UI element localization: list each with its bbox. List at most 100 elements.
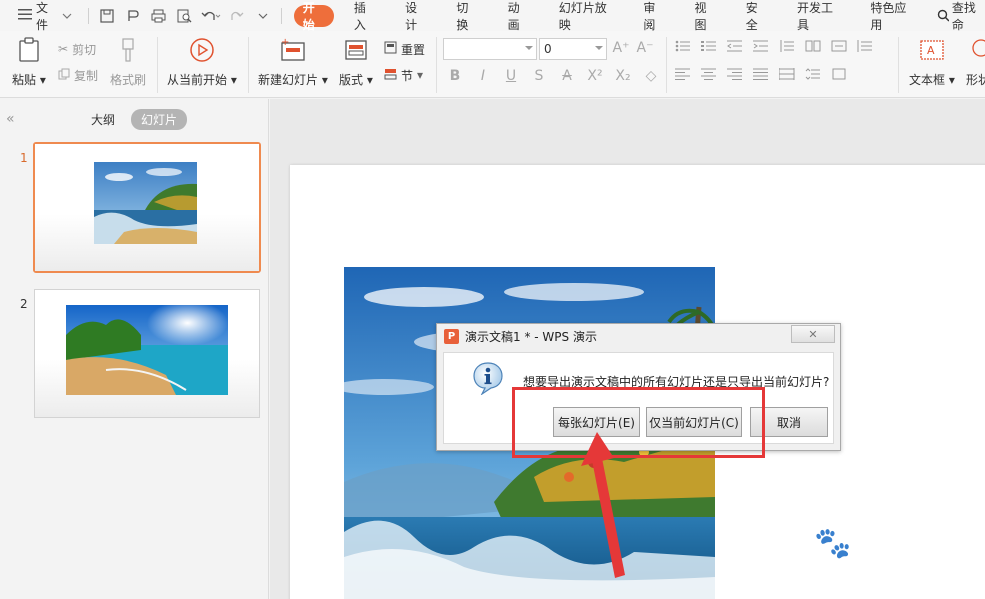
font-size-adjust: A⁺ A⁻ [613,40,654,56]
layout-button[interactable]: 版式 ▾ [339,35,373,88]
tab-transitions[interactable]: 切换 [447,1,487,32]
command-search[interactable]: 查找命 [937,0,985,33]
layout-label: 版式 [339,73,364,87]
paragraph-spacing-icon[interactable] [805,68,821,80]
font-size-select[interactable]: 0 [539,38,607,60]
close-icon: ✕ [808,327,818,341]
new-slide-button[interactable]: + 新建幻灯片 ▾ [258,35,328,88]
cut-label: 剪切 [72,42,97,57]
slide-thumbnail-1[interactable] [33,142,261,273]
bold-icon[interactable]: B [447,68,463,84]
tab-developer[interactable]: 开发工具 [788,1,850,32]
annotation-highlight-box [512,387,765,458]
command-search-label: 查找命 [951,0,976,32]
reset-label: 重置 [401,42,426,57]
textbox-button[interactable]: A 文本框 ▾ [909,35,955,88]
collapse-panel-icon[interactable]: « [6,111,15,127]
copy-icon [58,68,70,83]
paste-button[interactable]: 粘贴 ▾ [12,35,46,88]
slide-group: 重置 节 ▾ [384,39,425,85]
italic-icon[interactable]: I [475,68,491,84]
reset-button[interactable]: 重置 [384,39,425,59]
file-menu-label: 文件 [36,0,49,32]
tab-special-apps[interactable]: 特色应用 [861,1,923,32]
text-direction-icon[interactable] [831,40,847,52]
divider [157,37,158,93]
wps-presentation-logo: P [444,329,459,344]
section-button[interactable]: 节 ▾ [384,65,425,85]
tab-insert[interactable]: 插入 [345,1,385,32]
divider [87,7,89,24]
align-right-icon[interactable] [727,68,743,80]
textbox-label: 文本框 [909,73,946,87]
align-center-icon[interactable] [701,68,717,80]
subscript-icon[interactable]: X₂ [615,68,631,84]
shadow-icon[interactable]: S [531,68,547,84]
font-family-select[interactable] [443,38,537,60]
superscript-icon[interactable]: X² [587,68,603,84]
underline-icon[interactable]: U [503,68,519,84]
svg-text:A: A [927,44,935,57]
justify-icon[interactable] [753,68,769,80]
font-format-row: B I U S A X² X₂ ◇ [447,68,659,84]
print-preview-icon[interactable] [173,5,197,27]
text-effects-icon[interactable] [831,68,847,80]
play-from-current-button[interactable]: 从当前开始 ▾ [167,35,237,88]
align-text-icon[interactable] [857,40,873,52]
tab-slideshow[interactable]: 幻灯片放映 [550,1,624,32]
strikethrough-icon[interactable]: A [559,68,575,84]
textbox-icon: A [919,35,945,65]
save-icon[interactable] [95,5,119,27]
tab-slides[interactable]: 幻灯片 [131,109,188,130]
slide-thumbnail-2[interactable] [34,289,260,418]
paragraph-row-bottom [675,68,847,80]
decrease-font-icon[interactable]: A⁻ [637,40,654,56]
format-painter-button[interactable]: 格式刷 [110,35,146,88]
increase-indent-icon[interactable] [753,40,769,52]
cut-button[interactable]: ✂ 剪切 [58,39,98,59]
slide-1-picture [94,162,197,244]
numbered-list-icon[interactable] [701,40,717,52]
divider [898,37,899,93]
decrease-indent-icon[interactable] [727,40,743,52]
align-left-icon[interactable] [675,68,691,80]
divider [280,7,282,24]
divider [666,37,667,93]
export-pdf-icon[interactable] [121,5,145,27]
increase-font-icon[interactable]: A⁺ [613,40,630,56]
shape-button[interactable]: 形状 [966,35,985,88]
slide-2-picture [66,305,228,395]
tab-view[interactable]: 视图 [686,1,726,32]
tab-review[interactable]: 审阅 [634,1,674,32]
bullet-list-icon[interactable] [675,40,691,52]
customize-toolbar-icon[interactable] [251,5,275,27]
brush-icon [117,35,139,65]
undo-icon[interactable] [199,5,223,27]
line-spacing-icon[interactable] [779,40,795,52]
copy-button[interactable]: 复制 [58,65,98,85]
redo-icon[interactable] [225,5,249,27]
panel-view-tabs: 大纲 幻灯片 [85,109,188,130]
print-icon[interactable] [147,5,171,27]
chevron-down-icon [62,9,72,23]
columns-icon[interactable] [805,40,821,52]
tab-home[interactable]: 开始 [293,1,334,32]
clear-format-icon[interactable]: ◇ [643,68,659,84]
close-button[interactable]: ✕ [791,325,835,343]
dialog-titlebar[interactable]: P 演示文稿1 * - WPS 演示 ✕ [437,324,840,349]
shape-icon [967,35,985,65]
divider [436,37,437,93]
copy-label: 复制 [74,68,99,83]
slide-number: 2 [20,297,28,311]
file-menu[interactable]: 文件 [14,1,76,32]
menu-bar: 文件 开始 插入 设计 切换 动画 幻灯片放映 审阅 视图 安全 开发工具 特色… [0,0,985,33]
chevron-down-icon [595,46,603,50]
tab-animations[interactable]: 动画 [499,1,539,32]
tab-outline[interactable]: 大纲 [85,109,121,130]
shape-label: 形状 [966,73,985,87]
tab-design[interactable]: 设计 [396,1,436,32]
font-size-value: 0 [544,42,552,56]
clipboard-group: ✂ 剪切 复制 [58,39,98,85]
tab-security[interactable]: 安全 [737,1,777,32]
distribute-icon[interactable] [779,68,795,80]
